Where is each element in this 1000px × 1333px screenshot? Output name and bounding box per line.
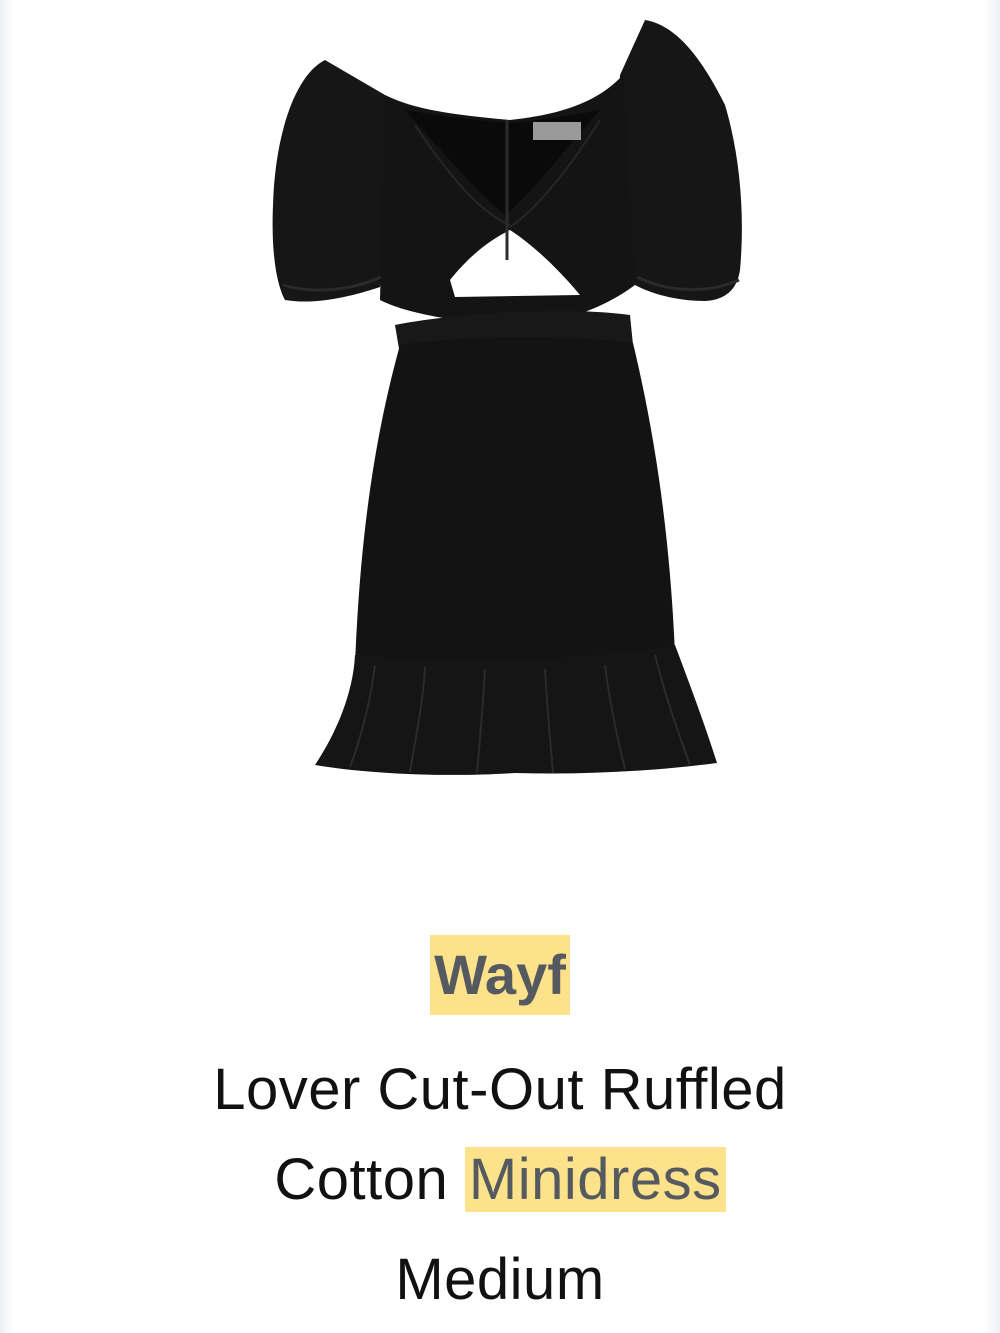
brand-row: Wayf: [0, 935, 1000, 1015]
product-title-line-1[interactable]: Lover Cut-Out Ruffled: [0, 1055, 1000, 1125]
product-card: Wayf Lover Cut-Out Ruffled Cotton Minidr…: [0, 0, 1000, 1333]
right-edge-shadow: [984, 0, 1000, 1333]
dress-illustration: [272, 20, 742, 775]
brand-name[interactable]: Wayf: [430, 935, 570, 1015]
left-sleeve: [272, 60, 395, 302]
product-size: Medium: [395, 1247, 605, 1312]
title-text: Cotton: [274, 1147, 465, 1212]
title-highlight: Minidress: [464, 1147, 726, 1212]
skirt: [355, 337, 675, 665]
left-edge-shadow: [0, 0, 14, 1333]
product-image[interactable]: [255, 15, 755, 780]
right-sleeve: [615, 20, 742, 301]
product-title-line-2[interactable]: Cotton Minidress: [0, 1145, 1000, 1215]
